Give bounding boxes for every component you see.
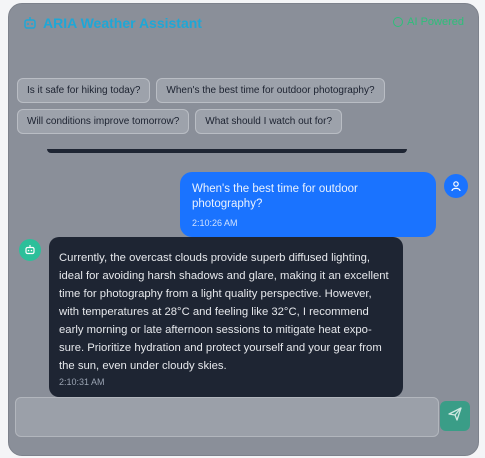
header: ARIA Weather Assistant AI Powered [9, 4, 478, 42]
quick-replies: Is it safe for hiking today? When's the … [9, 78, 478, 140]
robot-icon [19, 239, 41, 261]
ai-status-label: AI Powered [407, 16, 464, 28]
send-button[interactable] [440, 401, 470, 431]
user-message-bubble: When's the best time for outdoor photogr… [180, 172, 436, 237]
message-input[interactable] [15, 397, 439, 437]
user-message: When's the best time for outdoor photogr… [180, 172, 468, 237]
bot-message-text: Currently, the overcast clouds provide s… [59, 252, 389, 372]
quick-reply-hiking[interactable]: Is it safe for hiking today? [17, 78, 151, 103]
chat-window: ARIA Weather Assistant AI Powered Is it … [8, 3, 479, 456]
bot-message-time: 2:10:31 AM [59, 377, 105, 387]
app-title: ARIA Weather Assistant [43, 15, 202, 31]
user-message-text: When's the best time for outdoor photogr… [192, 183, 358, 210]
user-icon [444, 174, 468, 198]
previous-message-edge [47, 149, 407, 153]
send-icon [448, 406, 462, 426]
bot-message-bubble: Currently, the overcast clouds provide s… [49, 237, 403, 397]
composer [9, 393, 478, 455]
quick-reply-photography[interactable]: When's the best time for outdoor photogr… [156, 78, 385, 103]
quick-reply-watch-out[interactable]: What should I watch out for? [195, 109, 343, 134]
robot-icon [23, 16, 37, 30]
ai-status-badge: AI Powered [393, 16, 464, 28]
brand: ARIA Weather Assistant [23, 15, 202, 31]
status-dot-icon [393, 17, 404, 27]
user-message-time: 2:10:26 AM [192, 218, 238, 228]
quick-reply-row: Is it safe for hiking today? When's the … [9, 78, 478, 103]
quick-reply-tomorrow[interactable]: Will conditions improve tomorrow? [17, 109, 190, 134]
bot-message: Currently, the overcast clouds provide s… [19, 237, 403, 397]
quick-reply-row: Will conditions improve tomorrow? What s… [9, 109, 478, 134]
